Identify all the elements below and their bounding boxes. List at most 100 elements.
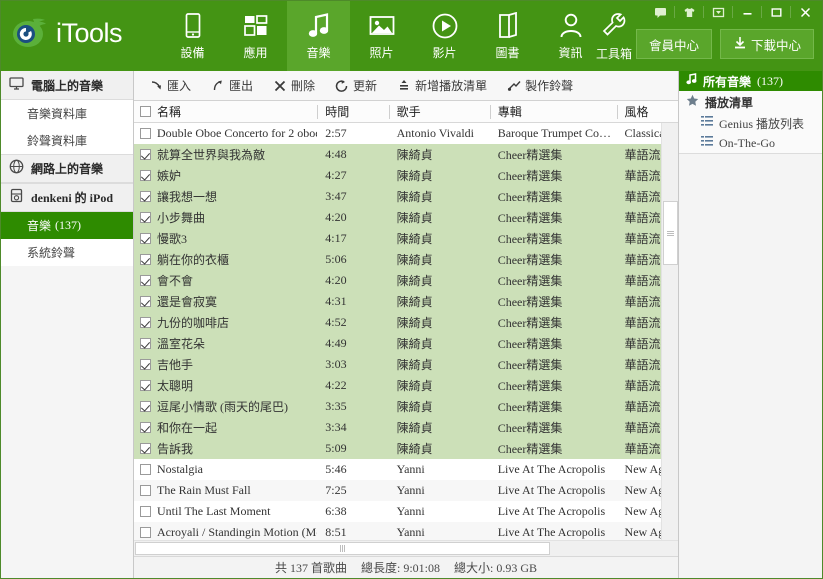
nav-tab-photos[interactable]: 照片	[350, 1, 413, 71]
row-checkbox[interactable]	[140, 191, 151, 202]
table-row[interactable]: Until The Last Moment 6:38 Yanni Live At Th…	[134, 501, 678, 522]
row-checkbox[interactable]	[140, 527, 151, 538]
member-center-button[interactable]: 會員中心	[635, 29, 712, 59]
sidebar-item-music[interactable]: 音樂 (137)	[1, 212, 133, 239]
minimize-button[interactable]	[734, 2, 760, 22]
table-row[interactable]: 太聰明 4:22 陳綺貞 Cheer精選集 華語流行	[134, 375, 678, 396]
playlist-all-music[interactable]: 所有音樂 (137)	[679, 71, 822, 91]
table-row[interactable]: 讓我想一想 3:47 陳綺貞 Cheer精選集 華語流行	[134, 186, 678, 207]
row-checkbox[interactable]	[140, 296, 151, 307]
column-header-genre[interactable]: 風格	[616, 101, 678, 123]
nav-tab-label: 音樂	[306, 45, 331, 60]
nav-tab-books[interactable]: 圖書	[476, 1, 539, 71]
sidebar-group-ipod[interactable]: denkeni 的 iPod	[1, 183, 133, 212]
row-checkbox[interactable]	[140, 212, 151, 223]
playlist-item-on-the-go[interactable]: On-The-Go	[679, 133, 822, 153]
column-label: 歌手	[396, 105, 421, 119]
cell-time: 4:20	[325, 273, 347, 287]
scrollbar-thumb-horizontal[interactable]	[135, 542, 550, 555]
skin-icon[interactable]	[676, 2, 702, 22]
table-row[interactable]: 嫉妒 4:27 陳綺貞 Cheer精選集 華語流行	[134, 165, 678, 186]
row-checkbox[interactable]	[140, 233, 151, 244]
import-button[interactable]: 匯入	[140, 74, 200, 98]
table-row[interactable]: Acroyali / Standingin Motion (Medley) 8:5…	[134, 522, 678, 540]
table-row[interactable]: 告訴我 5:09 陳綺貞 Cheer精選集 華語流行	[134, 438, 678, 459]
column-header-album[interactable]: 專輯	[489, 101, 617, 123]
feedback-icon[interactable]	[647, 2, 673, 22]
row-checkbox[interactable]	[140, 443, 151, 454]
row-checkbox[interactable]	[140, 338, 151, 349]
sidebar-group-online-music[interactable]: 網路上的音樂	[1, 154, 133, 183]
song-title: 還是會寂寞	[157, 295, 218, 309]
row-checkbox[interactable]	[140, 401, 151, 412]
scrollbar-thumb[interactable]	[663, 201, 678, 265]
close-button[interactable]	[792, 2, 818, 22]
song-title: 就算全世界與我為敵	[157, 148, 266, 162]
sidebar-item-count: (137)	[55, 218, 82, 232]
playlist-item-genius[interactable]: Genius 播放列表	[679, 113, 822, 133]
cell-name: 吉他手	[134, 356, 317, 373]
table-row[interactable]: 小步舞曲 4:20 陳綺貞 Cheer精選集 華語流行	[134, 207, 678, 228]
row-checkbox[interactable]	[140, 254, 151, 265]
song-title: 小步舞曲	[157, 211, 206, 225]
make-ringtone-button[interactable]: 製作鈴聲	[498, 74, 582, 98]
table-row[interactable]: 會不會 4:20 陳綺貞 Cheer精選集 華語流行	[134, 270, 678, 291]
table-vertical-scrollbar[interactable]	[661, 123, 678, 540]
column-header-time[interactable]: 時間	[317, 101, 388, 123]
add-playlist-button[interactable]: 新增播放清單	[388, 74, 496, 98]
row-checkbox[interactable]	[140, 422, 151, 433]
table-horizontal-scrollbar[interactable]	[134, 540, 678, 556]
nav-tab-music[interactable]: 音樂	[287, 1, 350, 71]
table-row[interactable]: Nostalgia 5:46 Yanni Live At The Acropolis N…	[134, 459, 678, 480]
nav-tab-apps[interactable]: 應用	[224, 1, 287, 71]
nav-tab-device[interactable]: 設備	[161, 1, 224, 71]
table-row[interactable]: 躺在你的衣櫃 5:06 陳綺貞 Cheer精選集 華語流行	[134, 249, 678, 270]
download-center-button[interactable]: 下載中心	[719, 29, 814, 59]
playlist-section-header[interactable]: 播放清單	[679, 91, 822, 113]
row-checkbox[interactable]	[140, 149, 151, 160]
row-checkbox[interactable]	[140, 464, 151, 475]
row-checkbox[interactable]	[140, 170, 151, 181]
row-checkbox[interactable]	[140, 359, 151, 370]
sidebar-item-ringtone-library[interactable]: 鈴聲資料庫	[1, 127, 133, 154]
table-row[interactable]: 溫室花朵 4:49 陳綺貞 Cheer精選集 華語流行	[134, 333, 678, 354]
row-checkbox[interactable]	[140, 485, 151, 496]
export-button[interactable]: 匯出	[202, 74, 262, 98]
row-checkbox[interactable]	[140, 317, 151, 328]
minimize-to-tray-icon[interactable]	[705, 2, 731, 22]
cell-time: 4:27	[325, 168, 347, 182]
sidebar-item-label: 鈴聲資料庫	[27, 134, 88, 148]
nav-tab-videos[interactable]: 影片	[413, 1, 476, 71]
row-checkbox[interactable]	[140, 128, 151, 139]
refresh-button[interactable]: 更新	[326, 74, 386, 98]
sidebar-group-computer-music[interactable]: 電腦上的音樂	[1, 71, 133, 100]
row-checkbox[interactable]	[140, 380, 151, 391]
table-body[interactable]: Double Oboe Concerto for 2 oboes, stri..…	[134, 123, 678, 540]
column-header-artist[interactable]: 歌手	[388, 101, 490, 123]
sidebar-item-system-ringtones[interactable]: 系統鈴聲	[1, 239, 133, 266]
sidebar-item-label: 音樂資料庫	[27, 107, 88, 121]
table-row[interactable]: 逗尾小情歌 (雨天的尾巴) 3:35 陳綺貞 Cheer精選集 華語流行	[134, 396, 678, 417]
row-checkbox[interactable]	[140, 506, 151, 517]
table-row[interactable]: 就算全世界與我為敵 4:48 陳綺貞 Cheer精選集 華語流行	[134, 144, 678, 165]
maximize-button[interactable]	[763, 2, 789, 22]
nav-tab-label: 圖書	[495, 45, 520, 60]
sidebar-item-music-library[interactable]: 音樂資料庫	[1, 100, 133, 127]
table-row[interactable]: The Rain Must Fall 7:25 Yanni Live At The A…	[134, 480, 678, 501]
table-row[interactable]: 九份的咖啡店 4:52 陳綺貞 Cheer精選集 華語流行	[134, 312, 678, 333]
cell-name: 太聰明	[134, 377, 317, 394]
sidebar-group-label: denkeni 的 iPod	[31, 191, 114, 205]
table-row[interactable]: 吉他手 3:03 陳綺貞 Cheer精選集 華語流行	[134, 354, 678, 375]
ipod-icon	[9, 188, 24, 207]
cell-artist: 陳綺貞	[396, 358, 433, 372]
cell-artist: 陳綺貞	[396, 295, 433, 309]
table-row[interactable]: 慢歌3 4:17 陳綺貞 Cheer精選集 華語流行	[134, 228, 678, 249]
select-all-checkbox[interactable]	[140, 106, 151, 117]
table-row[interactable]: 還是會寂寞 4:31 陳綺貞 Cheer精選集 華語流行	[134, 291, 678, 312]
delete-button[interactable]: 刪除	[264, 74, 324, 98]
table-row[interactable]: 和你在一起 3:34 陳綺貞 Cheer精選集 華語流行	[134, 417, 678, 438]
sidebar-group-label: 電腦上的音樂	[31, 78, 104, 93]
column-header-name[interactable]: 名稱	[134, 101, 317, 123]
row-checkbox[interactable]	[140, 275, 151, 286]
table-row[interactable]: Double Oboe Concerto for 2 oboes, stri..…	[134, 123, 678, 144]
